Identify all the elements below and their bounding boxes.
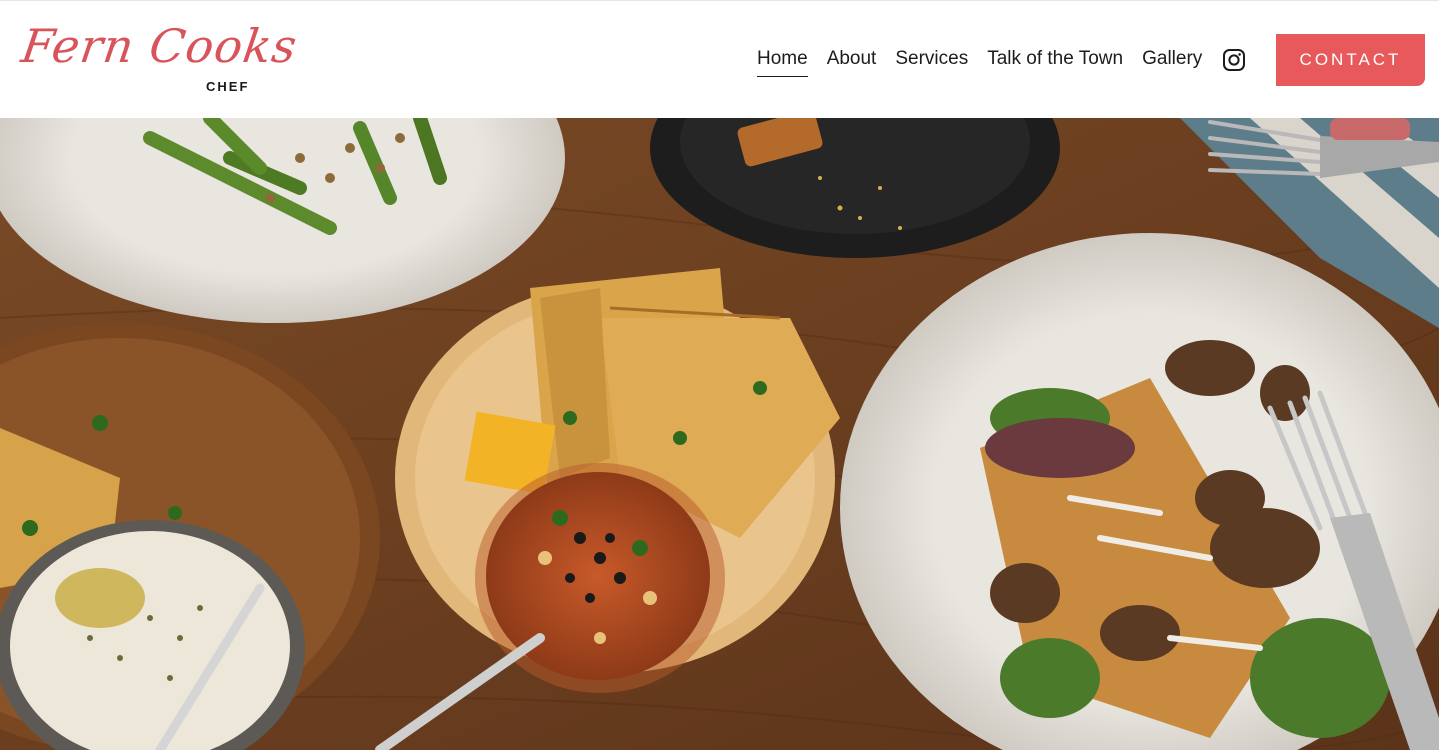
contact-button[interactable]: CONTACT (1276, 34, 1425, 86)
nav-gallery[interactable]: Gallery (1142, 45, 1202, 77)
site-logo[interactable]: Fern Cooks CHEF (18, 19, 301, 97)
hero-image (0, 118, 1439, 750)
nav-talk-of-the-town[interactable]: Talk of the Town (987, 45, 1123, 77)
logo-subtitle: CHEF (206, 79, 250, 94)
main-navigation: Home About Services Talk of the Town Gal… (757, 45, 1202, 77)
nav-services[interactable]: Services (895, 45, 968, 77)
logo-wordmark: Fern Cooks (18, 19, 301, 73)
nav-about[interactable]: About (827, 45, 877, 77)
instagram-icon[interactable] (1222, 48, 1246, 72)
site-header: Fern Cooks CHEF Home About Services Talk… (0, 0, 1439, 118)
nav-home[interactable]: Home (757, 45, 808, 77)
footer-edge (0, 750, 1439, 756)
